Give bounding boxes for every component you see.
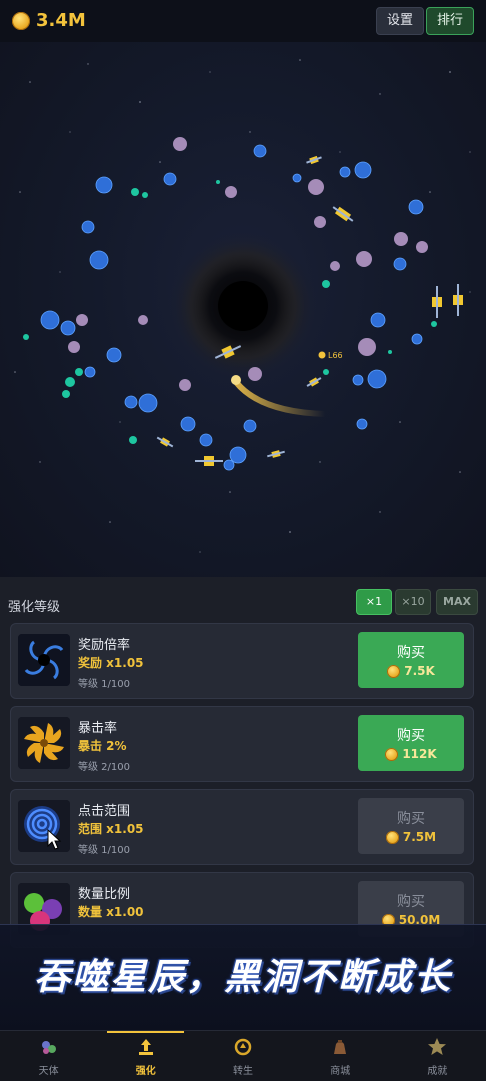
shop-icon (334, 1040, 347, 1054)
rank-button[interactable]: 排行 (426, 7, 474, 35)
upgrade-card-reward-rate: 奖励倍率 奖励 x1.05 等级 1/100 购买 7.5K (10, 623, 474, 699)
coin-icon (385, 830, 399, 844)
promo-banner-text: 吞噬星辰，黑洞不断成长 (33, 957, 452, 998)
multiplier-max-button[interactable]: MAX (436, 589, 478, 615)
upgrade-name: 点击范围 (78, 804, 131, 819)
currency-amount: 3.4M (36, 10, 86, 31)
nav-tab-achievements[interactable]: 成就 (389, 1031, 486, 1081)
upgrade-level: 等级 1/100 (78, 845, 130, 856)
upgrade-name: 暴击率 (78, 721, 118, 736)
star-icon (428, 1038, 447, 1055)
coin-icon (385, 747, 399, 761)
black-hole[interactable] (218, 281, 268, 331)
cursor-swirl-icon (18, 800, 70, 852)
price: 7.5M (358, 830, 464, 844)
upgrade-icon (138, 1039, 153, 1055)
nav-label: 转生 (233, 1066, 253, 1077)
player-body (231, 375, 241, 385)
buy-label: 购买 (397, 645, 425, 661)
buy-label: 购买 (397, 894, 425, 910)
nav-label: 天体 (38, 1066, 59, 1077)
planets-icon (41, 1041, 56, 1054)
price: 7.5K (358, 664, 464, 678)
upgrade-name: 奖励倍率 (78, 638, 131, 653)
buy-reward-rate-button[interactable]: 购买 7.5K (358, 632, 464, 688)
coin-icon (387, 664, 401, 678)
nav-tab-bodies[interactable]: 天体 (0, 1031, 97, 1081)
price-value: 7.5M (402, 830, 437, 844)
nav-label: 商城 (330, 1066, 351, 1077)
coin-icon (12, 11, 30, 30)
multiplier-x10-button[interactable]: ×10 (395, 589, 431, 615)
nav-tab-shop[interactable]: 商城 (292, 1031, 389, 1081)
upgrade-effect: 奖励 x1.05 (78, 656, 144, 670)
level-tag-coin-icon (318, 351, 326, 359)
price: 112K (358, 747, 464, 761)
rebirth-icon (234, 1038, 252, 1056)
upgrade-card-crit-rate: 暴击率 暴击 2% 等级 2/100 购买 112K (10, 706, 474, 782)
buy-label: 购买 (397, 811, 425, 827)
nav-label: 成就 (427, 1066, 448, 1077)
space-scene: L66 (14, 59, 471, 553)
bottom-nav: 天体 强化 转生 商城 成就 (0, 1030, 486, 1081)
vortex-icon (18, 634, 70, 686)
currency-display: 3.4M (12, 10, 86, 31)
upgrade-effect: 范围 x1.05 (78, 822, 144, 836)
buy-label: 购买 (397, 728, 425, 744)
game-field[interactable]: L66 (0, 42, 486, 577)
spiral-icon (18, 717, 70, 769)
player-level-tag: L66 (328, 351, 343, 360)
upgrade-card-click-range: 点击范围 范围 x1.05 等级 1/100 购买 7.5M (10, 789, 474, 865)
orbit-trail (233, 379, 328, 417)
nav-tab-rebirth[interactable]: 转生 (194, 1031, 291, 1081)
upgrade-effect: 暴击 2% (78, 739, 127, 753)
settings-button[interactable]: 设置 (376, 7, 424, 35)
upgrade-level: 等级 2/100 (78, 762, 130, 773)
nav-tab-upgrade[interactable]: 强化 (97, 1031, 194, 1081)
multiplier-x1-button[interactable]: ×1 (356, 589, 392, 615)
upgrade-panel-title: 强化等级 (8, 600, 61, 615)
buy-click-range-button[interactable]: 购买 7.5M (358, 798, 464, 854)
price-value: 112K (402, 747, 437, 761)
buy-crit-rate-button[interactable]: 购买 112K (358, 715, 464, 771)
price-value: 7.5K (404, 664, 435, 678)
nav-label: 强化 (135, 1066, 156, 1077)
upgrade-effect: 数量 x1.00 (78, 905, 144, 919)
upgrade-level: 等级 1/100 (78, 679, 130, 690)
upgrade-name: 数量比例 (78, 887, 131, 902)
